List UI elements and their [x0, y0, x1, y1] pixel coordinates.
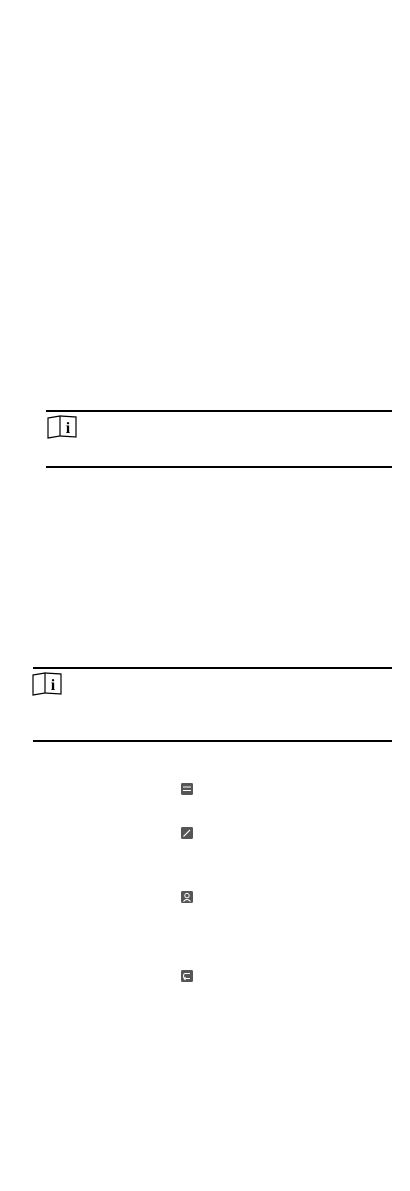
card-icon [181, 783, 193, 795]
note-bottom-rule [33, 740, 392, 742]
note-info-glyph: i [51, 677, 56, 694]
user-icon [181, 891, 193, 903]
note-top-rule [33, 667, 392, 669]
return-icon [181, 970, 193, 982]
note-info-glyph: i [66, 420, 71, 437]
note-book-icon: i [31, 672, 63, 696]
edit-icon [181, 827, 193, 839]
note-top-rule [46, 410, 392, 412]
note-bottom-rule [46, 466, 392, 468]
note-book-icon: i [46, 415, 78, 439]
